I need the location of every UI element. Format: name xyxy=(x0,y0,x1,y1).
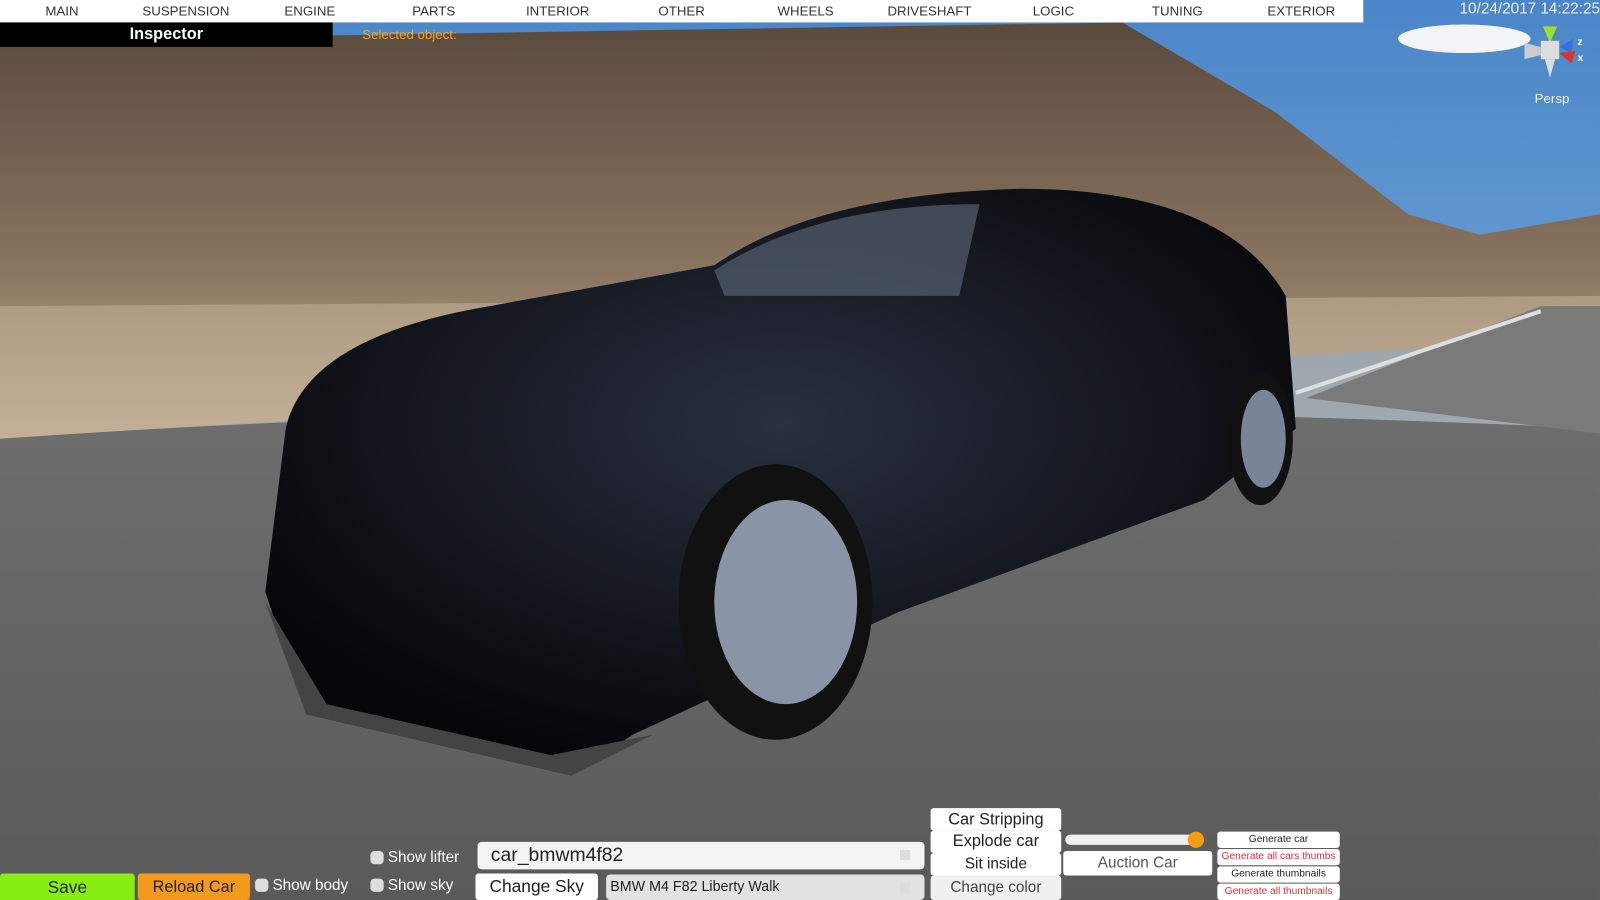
slider-thumb[interactable] xyxy=(1187,831,1205,848)
dropdown-arrow-icon xyxy=(899,882,911,893)
svg-text:z: z xyxy=(1578,37,1583,48)
generate-car-button[interactable]: Generate car xyxy=(1217,831,1340,848)
inspector-header: Inspector xyxy=(0,22,333,47)
sit-inside-button[interactable]: Sit inside xyxy=(930,853,1062,876)
show-sky-checkbox[interactable] xyxy=(370,878,384,892)
projection-label[interactable]: Persp xyxy=(1535,91,1570,106)
category-tab-bar: MAIN SUSPENSION ENGINE PARTS INTERIOR OT… xyxy=(0,0,1364,23)
show-body-checkbox[interactable] xyxy=(255,878,269,892)
explode-car-button[interactable]: Explode car xyxy=(930,830,1062,854)
dropdown-arrow-icon xyxy=(899,849,911,861)
car-name-value: BMW M4 F82 Liberty Walk xyxy=(610,877,780,894)
change-color-button[interactable]: Change color xyxy=(930,875,1062,900)
save-button[interactable]: Save xyxy=(0,873,135,900)
car-id-dropdown[interactable]: car_bmwm4f82 xyxy=(477,841,925,870)
tab-wheels[interactable]: WHEELS xyxy=(744,0,868,22)
show-sky-toggle[interactable]: Show sky xyxy=(370,877,453,894)
car-name-dropdown[interactable]: BMW M4 F82 Liberty Walk xyxy=(606,874,925,900)
svg-text:x: x xyxy=(1578,53,1584,64)
tab-tuning[interactable]: TUNING xyxy=(1115,0,1239,22)
change-sky-button[interactable]: Change Sky xyxy=(475,873,598,900)
orientation-gizmo-icon[interactable]: z x xyxy=(1520,24,1591,83)
generate-all-thumbnails-button[interactable]: Generate all thumbnails xyxy=(1217,883,1340,900)
car-stripping-button[interactable]: Car Stripping xyxy=(930,808,1062,831)
auction-car-button[interactable]: Auction Car xyxy=(1063,851,1213,876)
tab-other[interactable]: OTHER xyxy=(620,0,744,22)
tab-logic[interactable]: LOGIC xyxy=(991,0,1115,22)
3d-viewport[interactable] xyxy=(0,0,1600,900)
tab-suspension[interactable]: SUSPENSION xyxy=(124,0,248,22)
tab-main[interactable]: MAIN xyxy=(0,0,124,22)
slider-track[interactable] xyxy=(1065,831,1205,848)
show-lifter-checkbox[interactable] xyxy=(370,851,384,865)
tab-parts[interactable]: PARTS xyxy=(372,0,496,22)
generate-thumbnails-button[interactable]: Generate thumbnails xyxy=(1217,866,1340,883)
tab-driveshaft[interactable]: DRIVESHAFT xyxy=(868,0,992,22)
selected-object-label: Selected object: xyxy=(362,26,457,42)
tab-interior[interactable]: INTERIOR xyxy=(496,0,620,22)
datetime-readout: 10/24/2017 14:22:25 xyxy=(1459,0,1600,18)
car-id-value: car_bmwm4f82 xyxy=(490,844,624,867)
tab-exterior[interactable]: EXTERIOR xyxy=(1239,0,1363,22)
show-body-toggle[interactable]: Show body xyxy=(255,877,348,894)
show-lifter-toggle[interactable]: Show lifter xyxy=(370,849,459,866)
show-sky-label: Show sky xyxy=(387,876,454,894)
show-lifter-label: Show lifter xyxy=(387,848,460,867)
tab-engine[interactable]: ENGINE xyxy=(248,0,372,22)
reload-car-button[interactable]: Reload Car xyxy=(137,873,250,900)
generate-all-cars-thumbs-button[interactable]: Generate all cars thumbs xyxy=(1217,848,1340,866)
show-body-label: Show body xyxy=(272,876,349,894)
